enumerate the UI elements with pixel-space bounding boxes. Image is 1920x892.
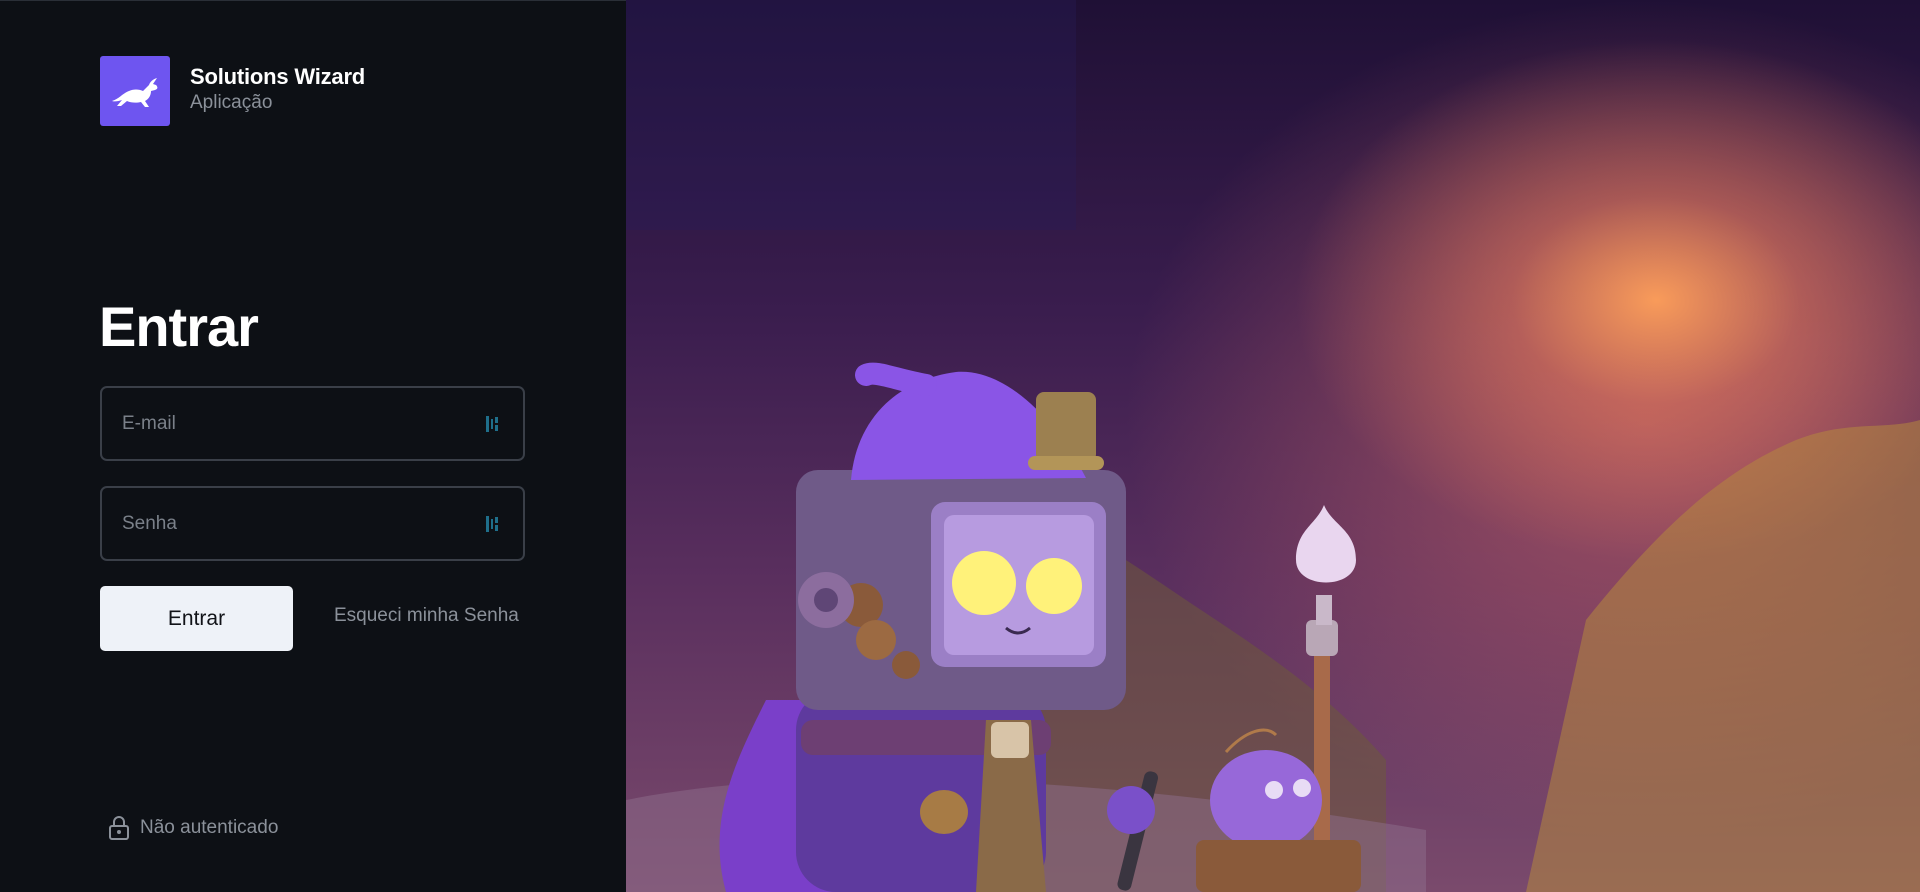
email-field[interactable]	[100, 386, 525, 461]
auth-status: Não autenticado	[108, 815, 278, 841]
lock-icon	[109, 816, 129, 840]
brand-logo	[100, 56, 170, 126]
forgot-password-link[interactable]: Esqueci minha Senha	[334, 605, 519, 627]
password-field[interactable]	[100, 486, 525, 561]
password-input[interactable]	[122, 512, 481, 535]
password-manager-icon[interactable]	[481, 513, 503, 535]
wizard-robot-illustration	[626, 0, 1920, 892]
submit-button[interactable]: Entrar	[100, 586, 293, 651]
hero-artwork	[626, 362, 1920, 892]
brand-subtitle: Aplicação	[190, 92, 273, 113]
brand-name: Solutions Wizard	[190, 64, 366, 89]
page-title: Entrar	[99, 295, 259, 358]
password-manager-icon[interactable]	[481, 413, 503, 435]
rabbit-icon	[112, 78, 158, 107]
email-input[interactable]	[122, 412, 481, 435]
auth-status-text: Não autenticado	[140, 817, 279, 838]
login-panel: Solutions Wizard Aplicação Entrar Entrar…	[0, 0, 626, 892]
